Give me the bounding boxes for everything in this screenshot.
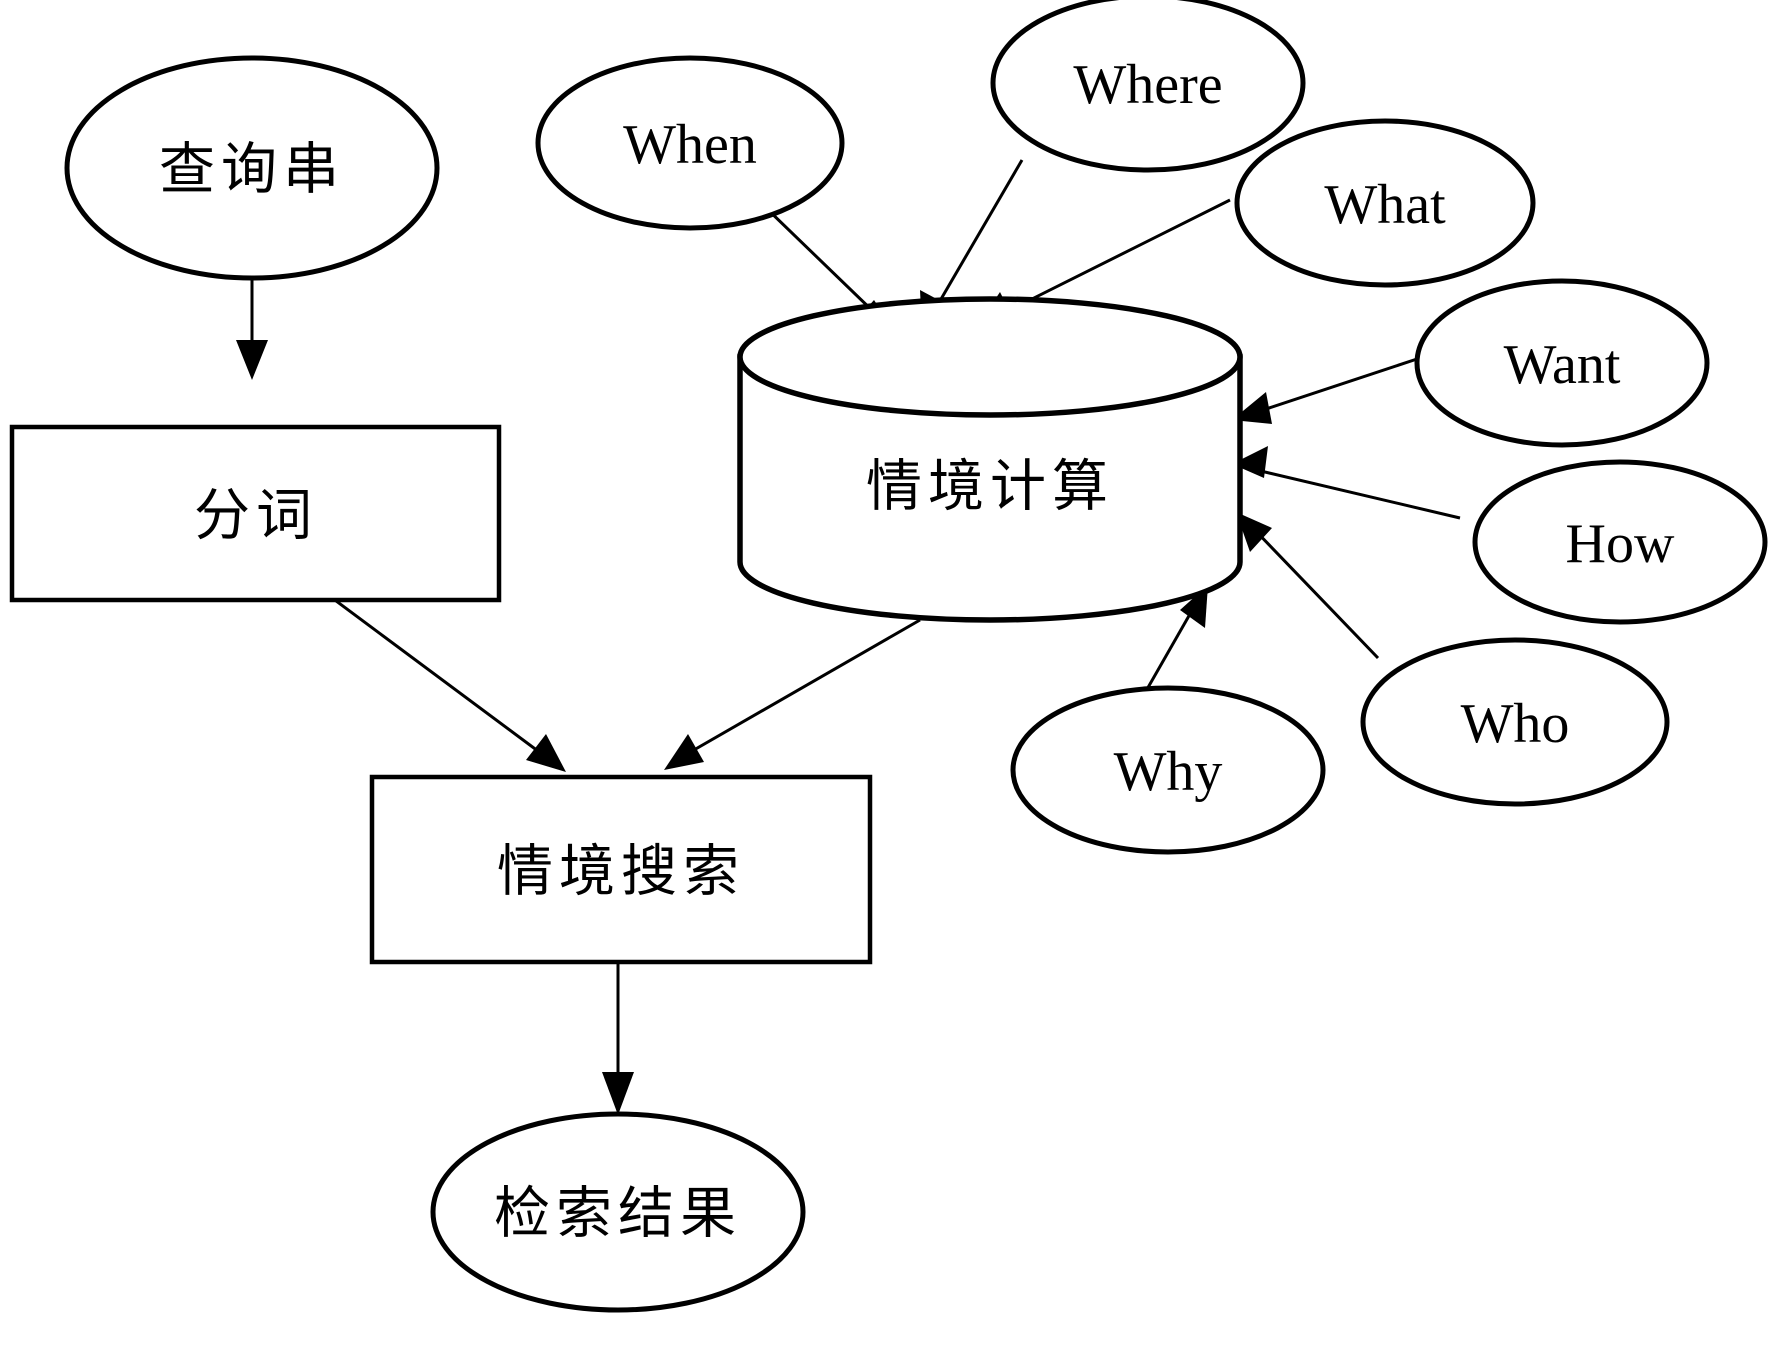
diagram-canvas: 查询串 分词 情境计算 情境搜索 检索结果 When Where What Wa… xyxy=(0,0,1775,1348)
node-want-label: Want xyxy=(1504,334,1621,396)
node-when-label: When xyxy=(623,114,757,176)
node-what-label: What xyxy=(1324,174,1446,236)
node-context-computing[interactable]: 情境计算 xyxy=(737,296,1243,623)
node-want[interactable]: Want xyxy=(1414,278,1710,448)
node-word-segmentation-label: 分词 xyxy=(194,484,318,549)
node-what[interactable]: What xyxy=(1234,118,1536,288)
node-search-result[interactable]: 检索结果 xyxy=(430,1111,806,1313)
edge-context-computing-to-context-search xyxy=(664,618,921,770)
node-who-label: Who xyxy=(1461,693,1570,755)
node-context-computing-label: 情境计算 xyxy=(866,455,1114,520)
edge-want-to-context-computing xyxy=(1232,356,1421,424)
node-context-search[interactable]: 情境搜索 xyxy=(369,774,873,965)
edge-context-search-to-search-result xyxy=(602,962,634,1115)
node-how[interactable]: How xyxy=(1472,459,1768,625)
node-why[interactable]: Why xyxy=(1010,685,1326,855)
node-why-label: Why xyxy=(1114,741,1223,803)
edge-how-to-context-computing xyxy=(1232,446,1461,520)
edge-who-to-context-computing xyxy=(1236,512,1380,660)
node-context-search-label: 情境搜索 xyxy=(497,840,745,905)
node-search-result-label: 检索结果 xyxy=(494,1182,742,1247)
node-who[interactable]: Who xyxy=(1360,637,1670,807)
node-word-segmentation[interactable]: 分词 xyxy=(9,424,502,603)
node-where[interactable]: Where xyxy=(990,0,1306,173)
node-when[interactable]: When xyxy=(535,55,845,231)
node-query-string-label: 查询串 xyxy=(159,138,345,203)
flowchart-diagram: 查询串 分词 情境计算 情境搜索 检索结果 When Where What Wa… xyxy=(9,0,1768,1313)
node-how-label: How xyxy=(1566,513,1675,575)
node-query-string[interactable]: 查询串 xyxy=(64,55,440,281)
node-where-label: Where xyxy=(1073,54,1222,116)
